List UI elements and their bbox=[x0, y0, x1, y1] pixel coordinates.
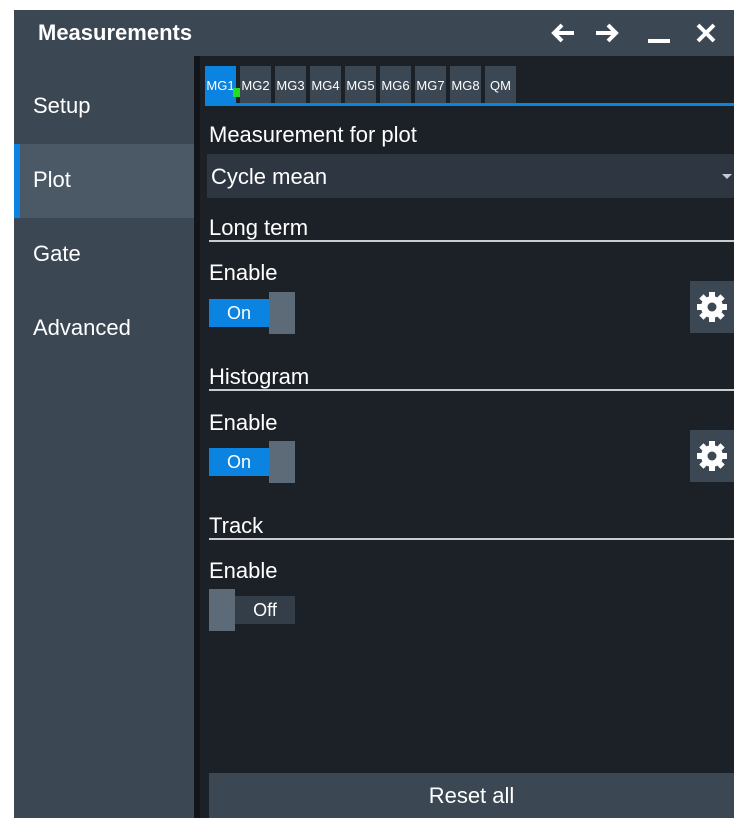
reset-all-button[interactable]: Reset all bbox=[209, 773, 734, 818]
title-bar: Measurements bbox=[14, 10, 734, 56]
long-term-settings-button[interactable] bbox=[690, 281, 734, 333]
tab-label: MG1 bbox=[206, 77, 235, 93]
tab-label: MG8 bbox=[451, 77, 480, 93]
track-enable-toggle[interactable]: Off bbox=[209, 589, 295, 631]
tab-mg2[interactable]: MG2 bbox=[240, 66, 271, 104]
reset-all-label: Reset all bbox=[428, 782, 515, 808]
toggle-state: On bbox=[209, 448, 269, 476]
tab-label: MG2 bbox=[241, 77, 270, 93]
sidebar-item-gate[interactable]: Gate bbox=[14, 218, 194, 292]
measurement-for-plot-label: Measurement for plot bbox=[209, 122, 417, 147]
back-button[interactable] bbox=[546, 18, 580, 48]
sidebar-item-label: Plot bbox=[33, 167, 71, 192]
sidebar-item-label: Advanced bbox=[33, 315, 131, 340]
long-term-heading: Long term bbox=[209, 215, 309, 240]
gear-icon bbox=[697, 441, 727, 471]
dialog-title: Measurements bbox=[38, 20, 193, 45]
minimize-icon bbox=[648, 39, 670, 43]
gear-icon bbox=[697, 292, 727, 322]
toggle-knob bbox=[269, 441, 295, 483]
close-icon bbox=[696, 23, 716, 43]
tab-label: MG4 bbox=[311, 77, 340, 93]
measurements-dialog: Measurements Setup Plot Gate Advanced MG… bbox=[14, 10, 734, 818]
tab-mg3[interactable]: MG3 bbox=[275, 66, 306, 104]
toggle-state: Off bbox=[235, 596, 295, 624]
close-button[interactable] bbox=[689, 18, 723, 48]
long-term-enable-label: Enable bbox=[209, 260, 278, 285]
tab-label: MG5 bbox=[346, 77, 375, 93]
tab-mg1[interactable]: MG1 bbox=[205, 66, 242, 104]
track-divider bbox=[209, 538, 734, 540]
tab-label: MG3 bbox=[276, 77, 305, 93]
sidebar-item-label: Setup bbox=[33, 93, 91, 118]
toggle-state: On bbox=[209, 299, 269, 327]
histogram-heading: Histogram bbox=[209, 364, 310, 389]
tab-mg8[interactable]: MG8 bbox=[450, 66, 481, 104]
tab-mg4[interactable]: MG4 bbox=[310, 66, 341, 104]
long-term-divider bbox=[209, 240, 734, 242]
long-term-enable-toggle[interactable]: On bbox=[209, 292, 295, 334]
toggle-knob bbox=[269, 292, 295, 334]
sidebar-item-plot[interactable]: Plot bbox=[14, 144, 194, 218]
histogram-settings-button[interactable] bbox=[690, 430, 734, 482]
sidebar-item-setup[interactable]: Setup bbox=[14, 70, 194, 144]
sidebar-item-label: Gate bbox=[33, 241, 81, 266]
measurement-group-tabs: MG1 MG2 MG3 MG4 MG5 MG6 MG7 MG8 QM bbox=[205, 66, 725, 104]
panel-divider[interactable] bbox=[194, 56, 200, 818]
forward-button[interactable] bbox=[590, 18, 624, 48]
tab-underline bbox=[205, 103, 734, 106]
tab-label: QM bbox=[490, 77, 511, 93]
chevron-down-icon bbox=[722, 174, 732, 179]
tab-label: MG7 bbox=[416, 77, 445, 93]
sidebar: Setup Plot Gate Advanced bbox=[14, 56, 194, 818]
arrow-right-icon bbox=[596, 23, 619, 43]
tab-qm[interactable]: QM bbox=[485, 66, 516, 104]
arrow-left-icon bbox=[551, 23, 574, 43]
track-enable-label: Enable bbox=[209, 558, 278, 583]
tab-mg6[interactable]: MG6 bbox=[380, 66, 411, 104]
tab-mg5[interactable]: MG5 bbox=[345, 66, 376, 104]
histogram-enable-label: Enable bbox=[209, 410, 278, 435]
toggle-knob bbox=[209, 589, 235, 631]
measurement-select-value: Cycle mean bbox=[211, 164, 328, 189]
tab-label: MG6 bbox=[381, 77, 410, 93]
histogram-divider bbox=[209, 389, 734, 391]
histogram-enable-toggle[interactable]: On bbox=[209, 441, 295, 483]
track-heading: Track bbox=[209, 513, 264, 538]
tab-mg7[interactable]: MG7 bbox=[415, 66, 446, 104]
minimize-button[interactable] bbox=[642, 18, 676, 48]
measurement-select[interactable]: Cycle mean bbox=[207, 154, 734, 198]
sidebar-item-advanced[interactable]: Advanced bbox=[14, 292, 194, 366]
